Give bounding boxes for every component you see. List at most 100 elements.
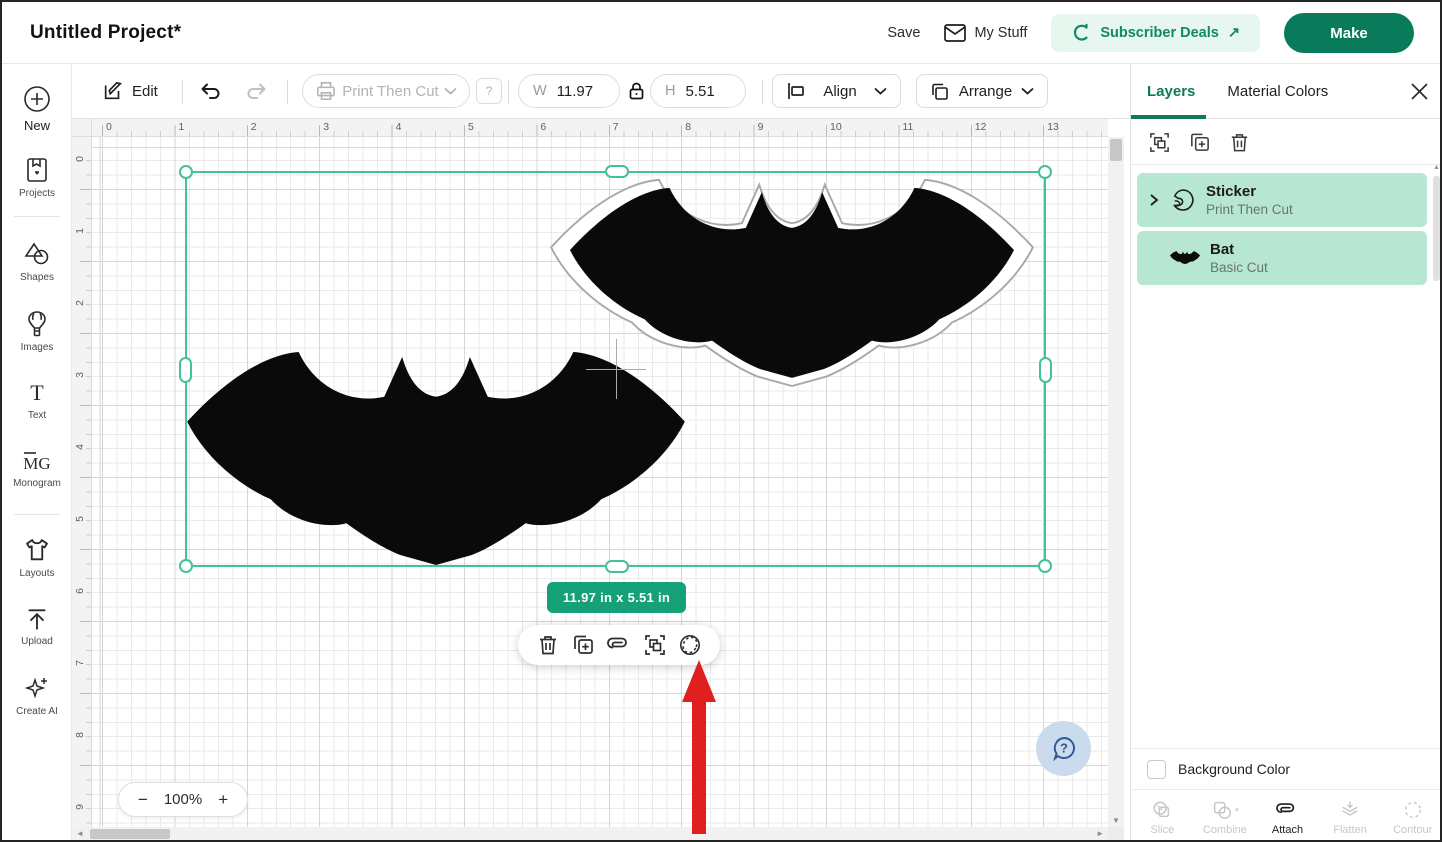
undo-button[interactable] [197,79,223,103]
sidebar-item-label: Monogram [13,478,61,489]
layer-operation: Basic Cut [1210,260,1268,275]
sidebar-item-images[interactable]: Images [2,310,72,353]
select-all-layers-icon[interactable] [1148,131,1171,154]
subscriber-deals-button[interactable]: Subscriber Deals ↗ [1051,14,1260,52]
resize-handle-top-middle[interactable] [605,165,629,178]
resize-handle-middle-left[interactable] [179,357,192,383]
delete-layer-icon[interactable] [1228,131,1251,154]
close-panel-icon[interactable] [1411,83,1428,100]
combine-caret-icon: ▾ [1235,806,1239,814]
expand-chevron-icon[interactable] [1149,193,1159,207]
zoom-in-button[interactable]: + [218,791,228,808]
selection-size-badge: 11.97 in x 5.51 in [547,582,686,613]
background-color-checkbox[interactable] [1147,760,1166,779]
resize-handle-middle-right[interactable] [1039,357,1052,383]
layer-actions-row [1131,119,1442,165]
ruler-number: 2 [74,297,86,309]
width-label: W [533,83,547,99]
chevron-down-icon [444,87,457,95]
height-input[interactable] [685,83,737,100]
sidebar-item-monogram[interactable]: MG Monogram [2,448,72,489]
scrollbar-thumb[interactable] [1433,176,1440,281]
arrange-icon [930,82,950,101]
redo-icon [244,79,270,103]
svg-text:?: ? [1060,740,1068,755]
red-annotation-arrow [680,658,718,836]
zoom-out-button[interactable]: − [138,791,148,808]
ruler-horizontal: 012345678910111213 [92,119,1108,137]
tab-layers[interactable]: Layers [1147,83,1195,100]
operation-label: Print Then Cut [342,83,438,100]
align-dropdown[interactable]: Align [772,74,901,108]
scroll-right-arrow-icon[interactable]: ► [1096,827,1104,841]
scroll-up-arrow-icon[interactable]: ▲ [1432,164,1441,171]
slice-button: Slice [1131,790,1194,842]
help-button[interactable]: ? [1036,721,1091,776]
canvas-vertical-scrollbar[interactable]: ▼ [1108,137,1124,827]
scrollbar-thumb[interactable] [1110,139,1122,161]
combine-icon [1211,799,1233,821]
my-stuff-button[interactable]: My Stuff [944,24,1027,42]
resize-handle-bottom-left[interactable] [179,559,193,573]
ruler-vertical: 0123456789 [72,137,92,827]
color-sync-icon[interactable] [678,633,702,657]
combine-button: ▾ Combine [1194,790,1257,842]
width-field[interactable]: W [518,74,620,108]
ruler-number: 8 [685,121,691,133]
ruler-number: 1 [178,121,184,133]
sidebar-item-upload[interactable]: Upload [2,606,72,647]
delete-icon[interactable] [536,633,560,657]
layers-panel: Layers Material Colors Sticker Print The… [1130,64,1442,842]
bat-thumbnail-icon [1170,251,1200,265]
width-input[interactable] [557,83,609,100]
sidebar-item-create-ai[interactable]: Create AI [2,674,72,717]
sidebar-item-shapes[interactable]: Shapes [2,240,72,283]
left-sidebar: New Projects Shapes Images T Text MG Mon… [2,64,72,842]
height-field[interactable]: H [650,74,746,108]
arrange-dropdown[interactable]: Arrange [916,74,1048,108]
layer-item-bat[interactable]: Bat Basic Cut [1137,231,1427,285]
height-label: H [665,83,675,99]
printer-icon [315,81,337,101]
sidebar-item-label: Images [21,342,54,353]
scroll-down-arrow-icon[interactable]: ▼ [1108,816,1124,825]
attach-icon[interactable] [607,633,631,657]
lock-ratio-button[interactable] [629,82,644,100]
layer-item-sticker[interactable]: Sticker Print Then Cut [1137,173,1427,227]
layer-list: Sticker Print Then Cut Bat Basic Cut [1131,165,1442,285]
tshirt-icon [23,536,51,564]
make-button[interactable]: Make [1284,13,1414,53]
chevron-down-icon [1021,87,1034,95]
ruler-number: 3 [74,369,86,381]
duplicate-layer-icon[interactable] [1188,131,1211,154]
chevron-down-icon [874,87,887,95]
sidebar-item-label: Layouts [19,568,54,579]
sidebar-item-layouts[interactable]: Layouts [2,536,72,579]
ruler-number: 8 [74,729,86,741]
operation-dropdown[interactable]: Print Then Cut [302,74,470,108]
panel-scrollbar[interactable]: ▲ [1432,164,1441,744]
sidebar-item-new[interactable]: New [2,84,72,133]
resize-handle-bottom-right[interactable] [1038,559,1052,573]
redo-button[interactable] [244,79,270,103]
tab-material-colors[interactable]: Material Colors [1227,83,1328,100]
attach-button[interactable]: Attach [1256,790,1319,842]
scrollbar-thumb[interactable] [90,829,170,839]
duplicate-icon[interactable] [571,633,595,657]
scroll-left-arrow-icon[interactable]: ◄ [76,827,84,841]
operation-help-button[interactable]: ? [476,78,502,104]
resize-handle-bottom-middle[interactable] [605,560,629,573]
select-all-icon[interactable] [643,633,667,657]
sidebar-item-projects[interactable]: Projects [2,156,72,199]
save-button[interactable]: Save [887,25,920,41]
sidebar-item-label: Text [28,410,46,421]
edit-button[interactable]: Edit [102,80,158,102]
project-title: Untitled Project* [30,2,181,64]
selection-bounding-box[interactable] [185,171,1046,567]
envelope-icon [944,24,966,42]
canvas-horizontal-scrollbar[interactable]: ◄ ► [72,827,1108,841]
sidebar-item-text[interactable]: T Text [2,380,72,421]
make-label: Make [1330,25,1368,42]
resize-handle-top-left[interactable] [179,165,193,179]
resize-handle-top-right[interactable] [1038,165,1052,179]
